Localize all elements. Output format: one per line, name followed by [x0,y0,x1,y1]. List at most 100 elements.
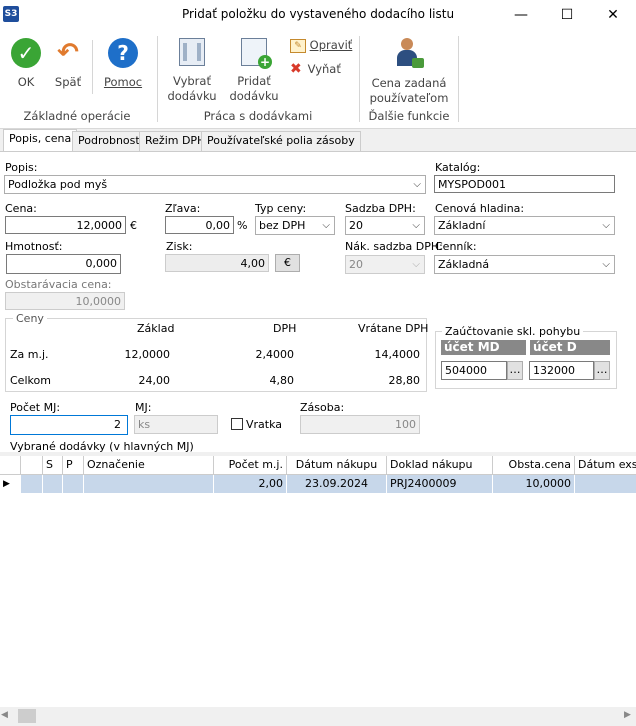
currency-label: € [130,219,137,232]
typ-ceny-label: Typ ceny: [255,202,307,215]
sadzba-dph-select[interactable]: 20 ⌵ [345,216,425,235]
row-cell-exspi[interactable] [575,475,636,493]
ceny-col-dph: DPH [273,322,297,335]
table-row[interactable]: ▶ 2,00 23.09.2024 PRJ2400009 10,0000 [0,475,636,493]
pocet-mj-field[interactable]: 2 [10,415,128,435]
scroll-right-icon[interactable]: ▶ [624,710,631,720]
back-button[interactable]: ↶ Späť [48,38,88,90]
tab-podrobnosti[interactable]: Podrobnosti [72,131,149,151]
ucet-d-header: účet D [530,340,610,355]
row-cell-s[interactable] [43,475,63,493]
add-delivery-label-1: Pridať [237,74,271,88]
add-document-icon: + [241,38,272,69]
ceny-title: Ceny [13,312,47,325]
grid-col-doklad[interactable]: Doklad nákupu [387,456,493,474]
ucet-md-header: účet MD [441,340,526,355]
zlava-field[interactable]: 0,00 [165,216,234,234]
minimize-button[interactable]: — [498,0,544,30]
hmotnost-field[interactable]: 0,000 [6,254,121,274]
zisk-label: Zisk: [166,240,193,253]
zasoba-field: 100 [300,415,420,434]
delivery-list-icon [179,38,205,66]
checkmark-icon: ✓ [11,38,41,68]
ucet-md-browse-button[interactable]: … [507,361,523,380]
grid-col-cena[interactable]: Obsta.cena [493,456,575,474]
maximize-button[interactable]: ☐ [544,0,590,30]
sadzba-dph-label: Sadzba DPH: [345,202,416,215]
pocet-mj-label: Počet MJ: [10,401,61,414]
remove-button[interactable]: ✖ Vyňať [290,62,354,77]
row-cell-pocet[interactable]: 2,00 [214,475,287,493]
grid-col-datum[interactable]: Dátum nákupu [287,456,387,474]
scroll-left-icon[interactable]: ◀ [1,710,8,720]
cenova-hladina-select[interactable]: Základní ⌵ [434,216,615,235]
ucet-d-browse-button[interactable]: … [594,361,610,380]
tab-pouzivatelske-polia[interactable]: Používateľské polia zásoby [201,131,361,151]
group-label-basic: Základné operácie [23,109,131,123]
typ-ceny-select[interactable]: bez DPH ⌵ [255,216,335,235]
zisk-currency-button[interactable]: € [275,254,300,272]
grid-col-oznacenie[interactable]: Označenie [84,456,214,474]
ceny-row-zamj-label: Za m.j. [10,348,49,361]
grid-col-s[interactable]: S [43,456,63,474]
popis-label: Popis: [5,161,38,174]
zlava-label: Zľava: [165,202,201,215]
user-price-button[interactable]: Cena zadaná používateľom [364,38,454,106]
katalog-field[interactable]: MYSPOD001 [434,175,615,193]
pencil-icon: ✎ [290,38,306,53]
tab-popis-cena[interactable]: Popis, cena [3,129,78,151]
row-cell-doklad[interactable]: PRJ2400009 [387,475,493,493]
select-delivery-button[interactable]: Vybrať dodávku [166,38,218,104]
hmotnost-label: Hmotnosť: [5,240,63,253]
chevron-down-icon[interactable]: ⌵ [602,256,610,273]
undo-arrow-icon: ↶ [57,38,79,68]
separator [92,40,93,94]
cena-label: Cena: [5,202,37,215]
row-cell-empty [21,475,43,493]
vratka-label: Vratka [246,418,283,431]
row-cell-datum[interactable]: 23.09.2024 [287,475,387,493]
edit-button[interactable]: ✎ Opraviť [290,38,354,53]
chevron-down-icon[interactable]: ⌵ [602,217,610,234]
cennik-label: Cenník: [435,240,477,253]
ucet-md-field[interactable]: 504000 [441,361,507,380]
cena-field[interactable]: 12,0000 [5,216,126,234]
zasoba-label: Zásoba: [300,401,345,414]
group-label-deliveries: Práca s dodávkami [203,109,313,123]
ceny-celkom-zaklad: 24,00 [138,374,171,387]
edit-label: Opraviť [309,38,353,52]
row-cell-cena[interactable]: 10,0000 [493,475,575,493]
help-button[interactable]: ? Pomoc [100,38,146,90]
vratka-checkbox[interactable] [231,418,243,430]
grid-col-exspi[interactable]: Dátum exspi [575,456,636,474]
ucet-d-field[interactable]: 132000 [529,361,594,380]
red-x-icon: ✖ [290,61,302,77]
grid-col-p[interactable]: P [63,456,84,474]
grid-col-pocet[interactable]: Počet m.j. [214,456,287,474]
cennik-select[interactable]: Základná ⌵ [434,255,615,274]
ok-button[interactable]: ✓ OK [6,38,46,90]
row-cell-p[interactable] [63,475,84,493]
ceny-celkom-dph: 4,80 [269,374,295,387]
ceny-col-zaklad: Základ [137,322,175,335]
percent-label: % [237,219,248,232]
row-cell-oznacenie[interactable] [84,475,214,493]
close-button[interactable]: ✕ [590,0,636,30]
ok-label: OK [17,75,35,89]
ceny-row-celkom-label: Celkom [10,374,51,387]
nak-sadzba-label: Nák. sadzba DPH: [345,240,443,253]
chevron-down-icon[interactable]: ⌵ [322,217,330,234]
scroll-thumb[interactable] [18,709,36,723]
horizontal-scrollbar[interactable]: ◀ ▶ [0,707,636,726]
popis-combobox[interactable]: Podložka pod myš ⌵ [4,175,426,194]
chevron-down-icon[interactable]: ⌵ [412,217,420,234]
obstaravacia-label: Obstarávacia cena: [5,278,112,291]
remove-label: Vyňať [307,62,341,76]
chevron-down-icon: ⌵ [412,259,420,270]
chevron-down-icon[interactable]: ⌵ [413,176,421,193]
cenova-hladina-value: Základní [438,219,486,232]
group-separator [157,36,158,122]
ceny-zamj-vratane: 14,4000 [374,348,421,361]
add-delivery-button[interactable]: + Pridať dodávku [228,38,280,104]
help-label: Pomoc [103,75,143,89]
